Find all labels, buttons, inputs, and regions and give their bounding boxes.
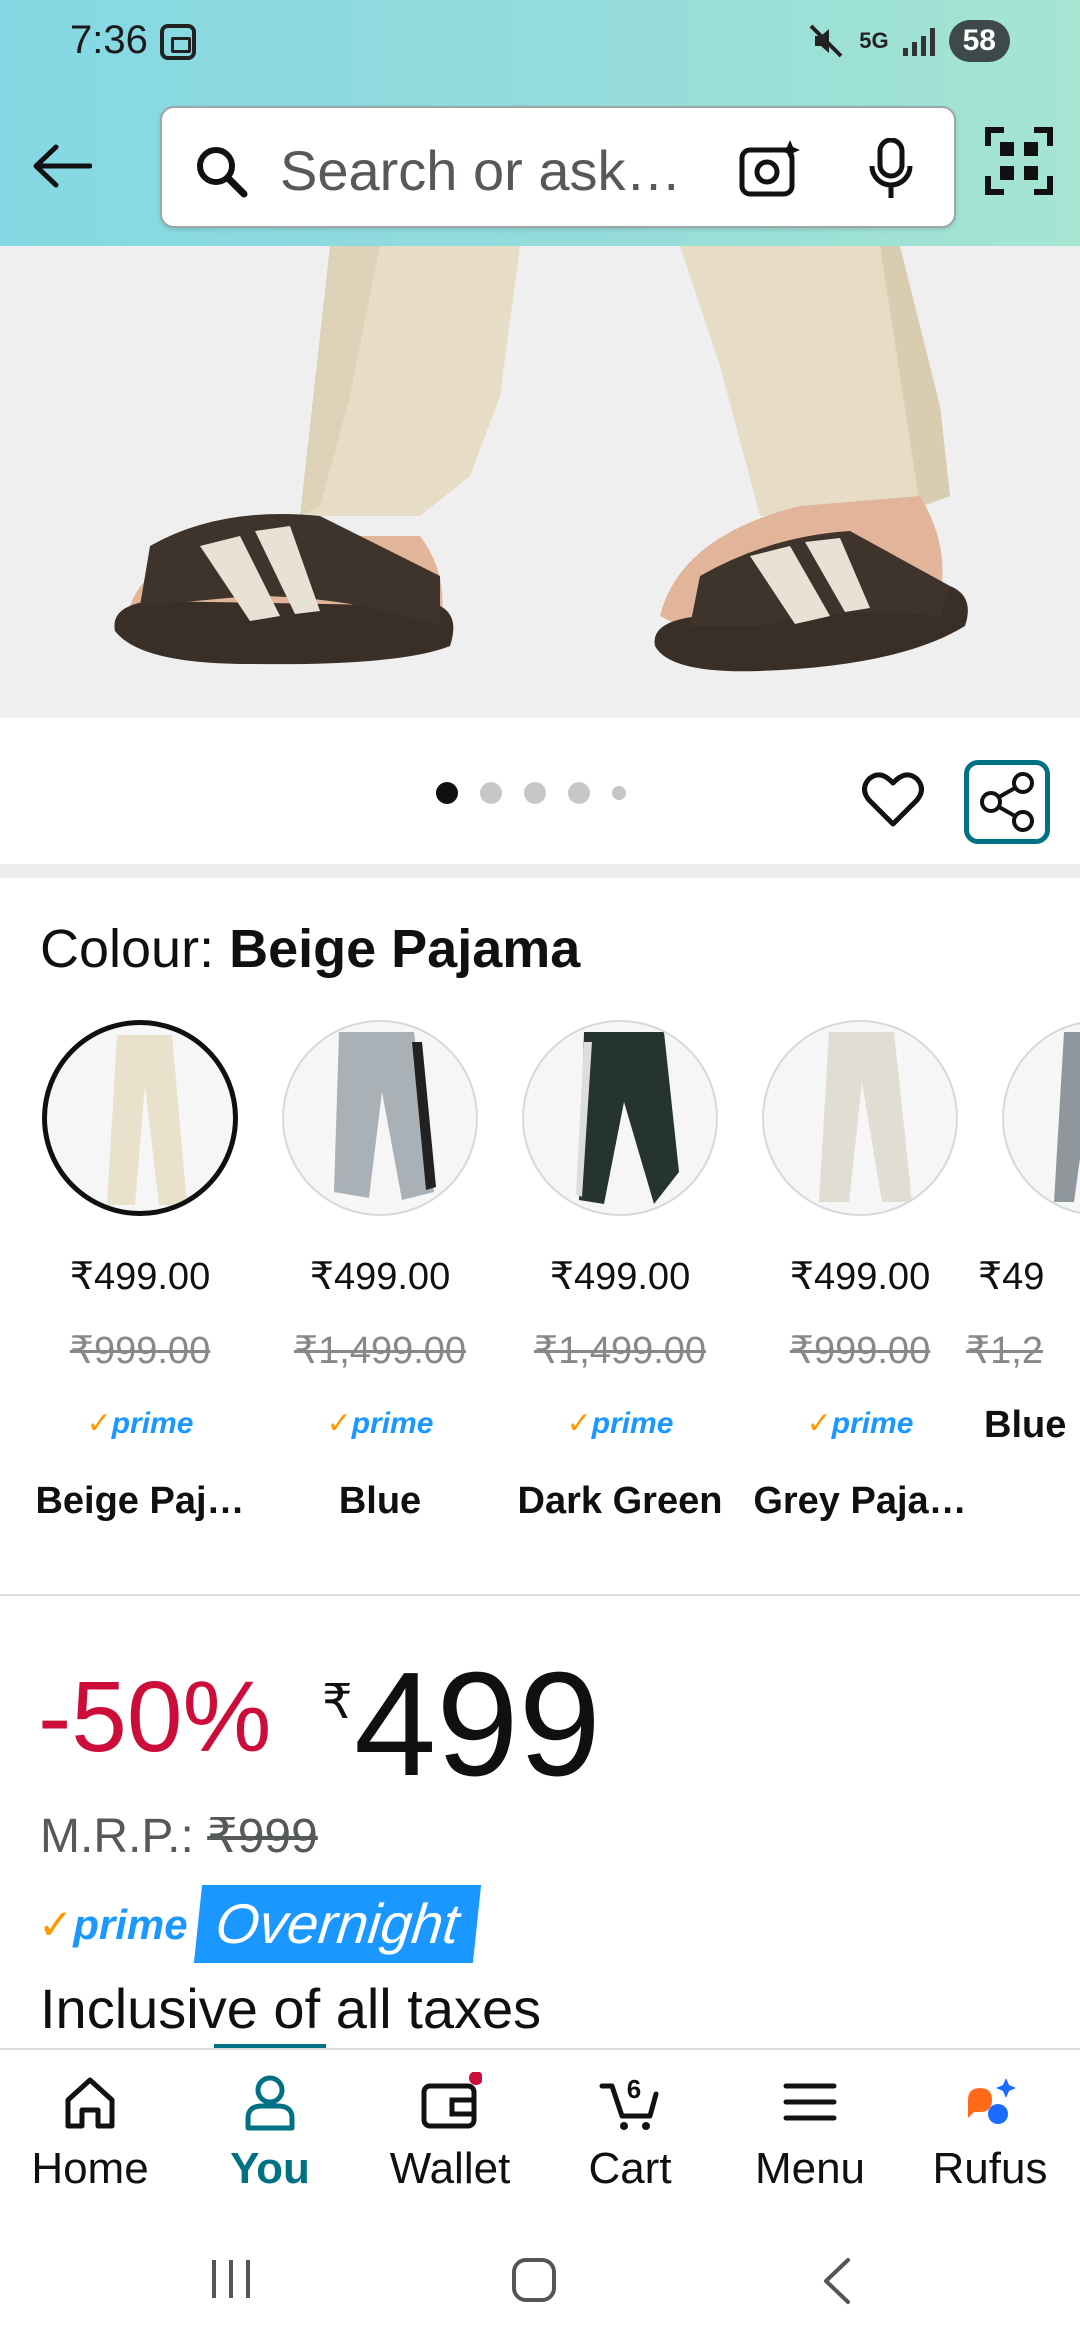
wallet-icon [421,2072,482,2129]
nav-rufus[interactable]: Rufus [900,2050,1080,2220]
menu-icon [783,2083,837,2121]
swatch-name: Beige Paj… [35,1480,245,1522]
qr-scanner-icon[interactable] [984,126,1054,196]
swatch-price: ₹49 [978,1256,1045,1298]
mrp: M.R.P.: ₹999 [40,1808,318,1864]
nav-cart[interactable]: 6 Cart [540,2050,720,2220]
discount-percent: -50% [38,1661,272,1773]
mute-icon [809,24,843,58]
swatch-blue-2[interactable]: ₹49 ₹1,2 Blue [962,1014,1080,1554]
colour-label: Colour: [40,919,230,979]
nav-you-label: You [230,2144,310,2193]
nav-wallet-label: Wallet [389,2144,511,2193]
colour-heading: Colour: Beige Pajama [40,918,580,980]
swatch-mrp: ₹1,499.00 [293,1330,467,1372]
screenshot-icon [160,24,196,60]
currency-symbol: ₹ [322,1676,353,1729]
signal-icon [902,26,935,56]
nav-wallet[interactable]: Wallet [360,2050,540,2220]
swatch-image [282,1020,478,1216]
nav-cart-label: Cart [588,2144,672,2193]
mrp-label: M.R.P.: [40,1810,208,1863]
search-bar[interactable]: Search or ask… [160,106,956,228]
cart-icon: 6 [599,2074,659,2130]
network-type: 5G [859,28,889,53]
swatch-name: Dark Green [517,1480,723,1522]
mrp-value: ₹999 [207,1810,318,1863]
rufus-icon [968,2078,1016,2124]
prime-delivery: ✓prime Overnight [38,1884,481,1964]
colour-swatches: ₹499.00 ₹999.00 ✓prime Beige Paj… ₹499.0… [0,1014,1080,1554]
section-divider [0,1594,1080,1596]
nav-home[interactable]: Home [0,2050,180,2220]
bottom-nav: Home You Wallet 6 Cart Menu Rufus [0,2048,1080,2218]
carousel-dot[interactable] [436,782,458,804]
search-input[interactable]: Search or ask… [280,138,682,203]
carousel-dot[interactable] [480,782,502,804]
swatch-grey-pajama[interactable]: ₹499.00 ₹999.00 ✓prime Grey Paja… [722,1014,967,1554]
header: 7:36 5G 58 Search or ask… [0,0,1080,246]
swatch-image [1002,1020,1080,1216]
swatch-price: ₹499.00 [69,1256,211,1298]
microphone-icon[interactable] [868,138,914,200]
swatch-mrp: ₹1,499.00 [533,1330,707,1372]
system-back-icon[interactable] [818,2256,854,2306]
status-bar: 7:36 5G 58 [0,0,1080,84]
share-icon [980,772,1034,832]
nav-rufus-label: Rufus [932,2144,1048,2193]
prime-badge: ✓prime [86,1407,194,1440]
swatch-name: Blue [984,1404,1067,1446]
prime-badge: ✓prime [806,1407,914,1440]
prime-logo: ✓prime [38,1900,188,1948]
swatch-mrp: ₹999.00 [789,1330,931,1372]
product-image[interactable] [0,246,1080,718]
nav-menu[interactable]: Menu [720,2050,900,2220]
nav-menu-label: Menu [754,2144,866,2193]
swatch-name: Blue [338,1480,422,1522]
home-system-icon[interactable] [510,2256,558,2304]
selected-colour: Beige Pajama [229,919,581,979]
tax-note: Inclusive of all taxes [40,1977,542,2040]
person-icon [245,2075,295,2131]
swatch-image [42,1020,238,1216]
camera-search-icon[interactable] [738,138,802,200]
carousel-dot[interactable] [612,786,626,800]
battery-indicator: 58 [948,20,1010,62]
section-divider [0,864,1080,878]
system-nav-bar [0,2218,1080,2340]
prime-badge: ✓prime [566,1407,674,1440]
overnight-badge: Overnight [193,1885,481,1963]
wishlist-heart-icon[interactable] [862,770,924,828]
swatch-dark-green[interactable]: ₹499.00 ₹1,499.00 ✓prime Dark Green [482,1014,722,1554]
recent-apps-icon[interactable] [208,2258,254,2300]
swatch-mrp: ₹999.00 [69,1330,211,1372]
price: 499 [354,1642,601,1807]
product-photo [0,246,1080,718]
carousel-dots [436,782,626,804]
carousel-dot[interactable] [524,782,546,804]
search-icon [197,147,248,198]
swatch-price: ₹499.00 [789,1256,931,1298]
carousel-dot[interactable] [568,782,590,804]
back-button[interactable] [26,130,98,202]
prime-badge: ✓prime [326,1407,434,1440]
swatch-mrp: ₹1,2 [966,1330,1044,1372]
cart-count: 6 [627,2074,641,2104]
swatch-image [522,1020,718,1216]
swatch-beige-pajama[interactable]: ₹499.00 ₹999.00 ✓prime Beige Paj… [2,1014,245,1554]
swatch-price: ₹499.00 [309,1256,451,1298]
nav-home-label: Home [31,2144,149,2193]
swatch-price: ₹499.00 [549,1256,691,1298]
status-time: 7:36 [70,18,148,62]
swatch-blue[interactable]: ₹499.00 ₹1,499.00 ✓prime Blue [242,1014,482,1554]
nav-you[interactable]: You [180,2050,360,2220]
home-icon [65,2077,115,2129]
image-controls [0,718,1080,864]
swatch-name: Grey Paja… [753,1480,967,1522]
back-arrow-icon [33,144,92,188]
share-button[interactable] [964,760,1050,844]
swatch-image [762,1020,958,1216]
